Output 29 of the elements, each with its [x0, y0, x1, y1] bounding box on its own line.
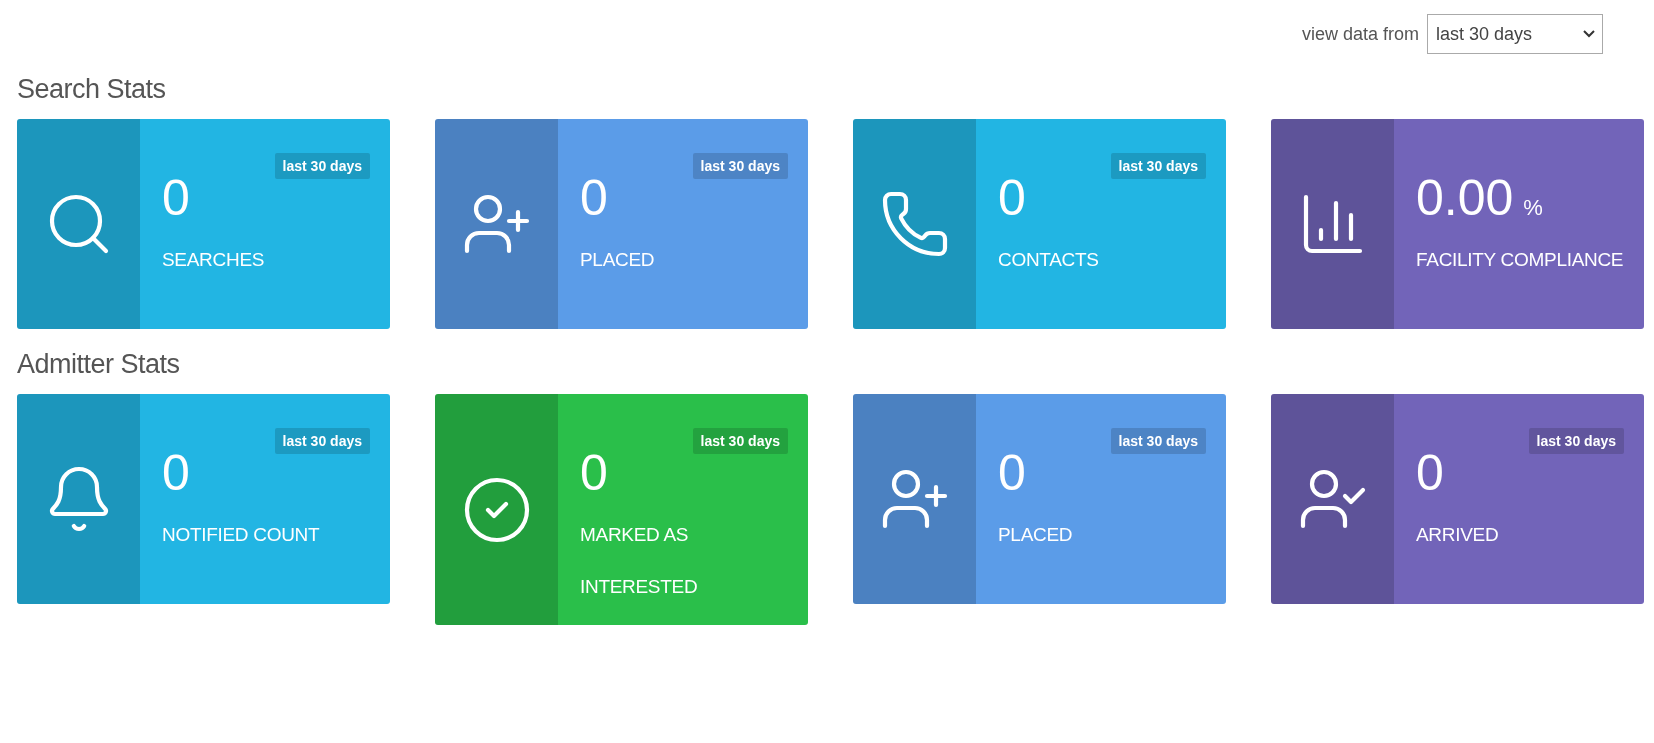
stat-label: FACILITY COMPLIANCE: [1416, 248, 1625, 272]
stat-value: 0: [162, 446, 190, 501]
section-title: Search Stats: [17, 74, 167, 105]
stat-value: 0: [998, 171, 1026, 226]
stat-label: PLACED: [580, 248, 656, 272]
period-badge: last 30 days: [1110, 153, 1206, 179]
stat-label: ARRIVED: [1416, 523, 1500, 547]
stat-label: PLACED: [998, 523, 1074, 547]
stat-label: SEARCHES: [162, 248, 266, 272]
period-select[interactable]: last 30 days: [1427, 14, 1603, 54]
chevron-icon: [1582, 29, 1596, 39]
stat-value: 0: [580, 446, 608, 501]
stat-value: 0: [1416, 446, 1444, 501]
stat-value: 0.00: [1416, 171, 1514, 226]
stat-label: NOTIFIED COUNT: [162, 523, 321, 547]
period-badge: last 30 days: [1110, 428, 1206, 454]
stat-label: CONTACTS: [998, 248, 1100, 272]
period-badge: last 30 days: [1528, 428, 1624, 454]
stat-label: MARKED AS INTERESTED: [580, 523, 699, 599]
stat-value: 0: [162, 171, 190, 226]
section-title: Admitter Stats: [17, 349, 181, 380]
period-badge: last 30 days: [274, 428, 370, 454]
period-badge: last 30 days: [692, 428, 788, 454]
stat-value: 0: [580, 171, 608, 226]
period-badge: last 30 days: [274, 153, 370, 179]
stat-unit: %: [1523, 196, 1543, 221]
stat-value: 0: [998, 446, 1026, 501]
filter-label: view data from: [1301, 23, 1419, 45]
period-badge: last 30 days: [692, 153, 788, 179]
